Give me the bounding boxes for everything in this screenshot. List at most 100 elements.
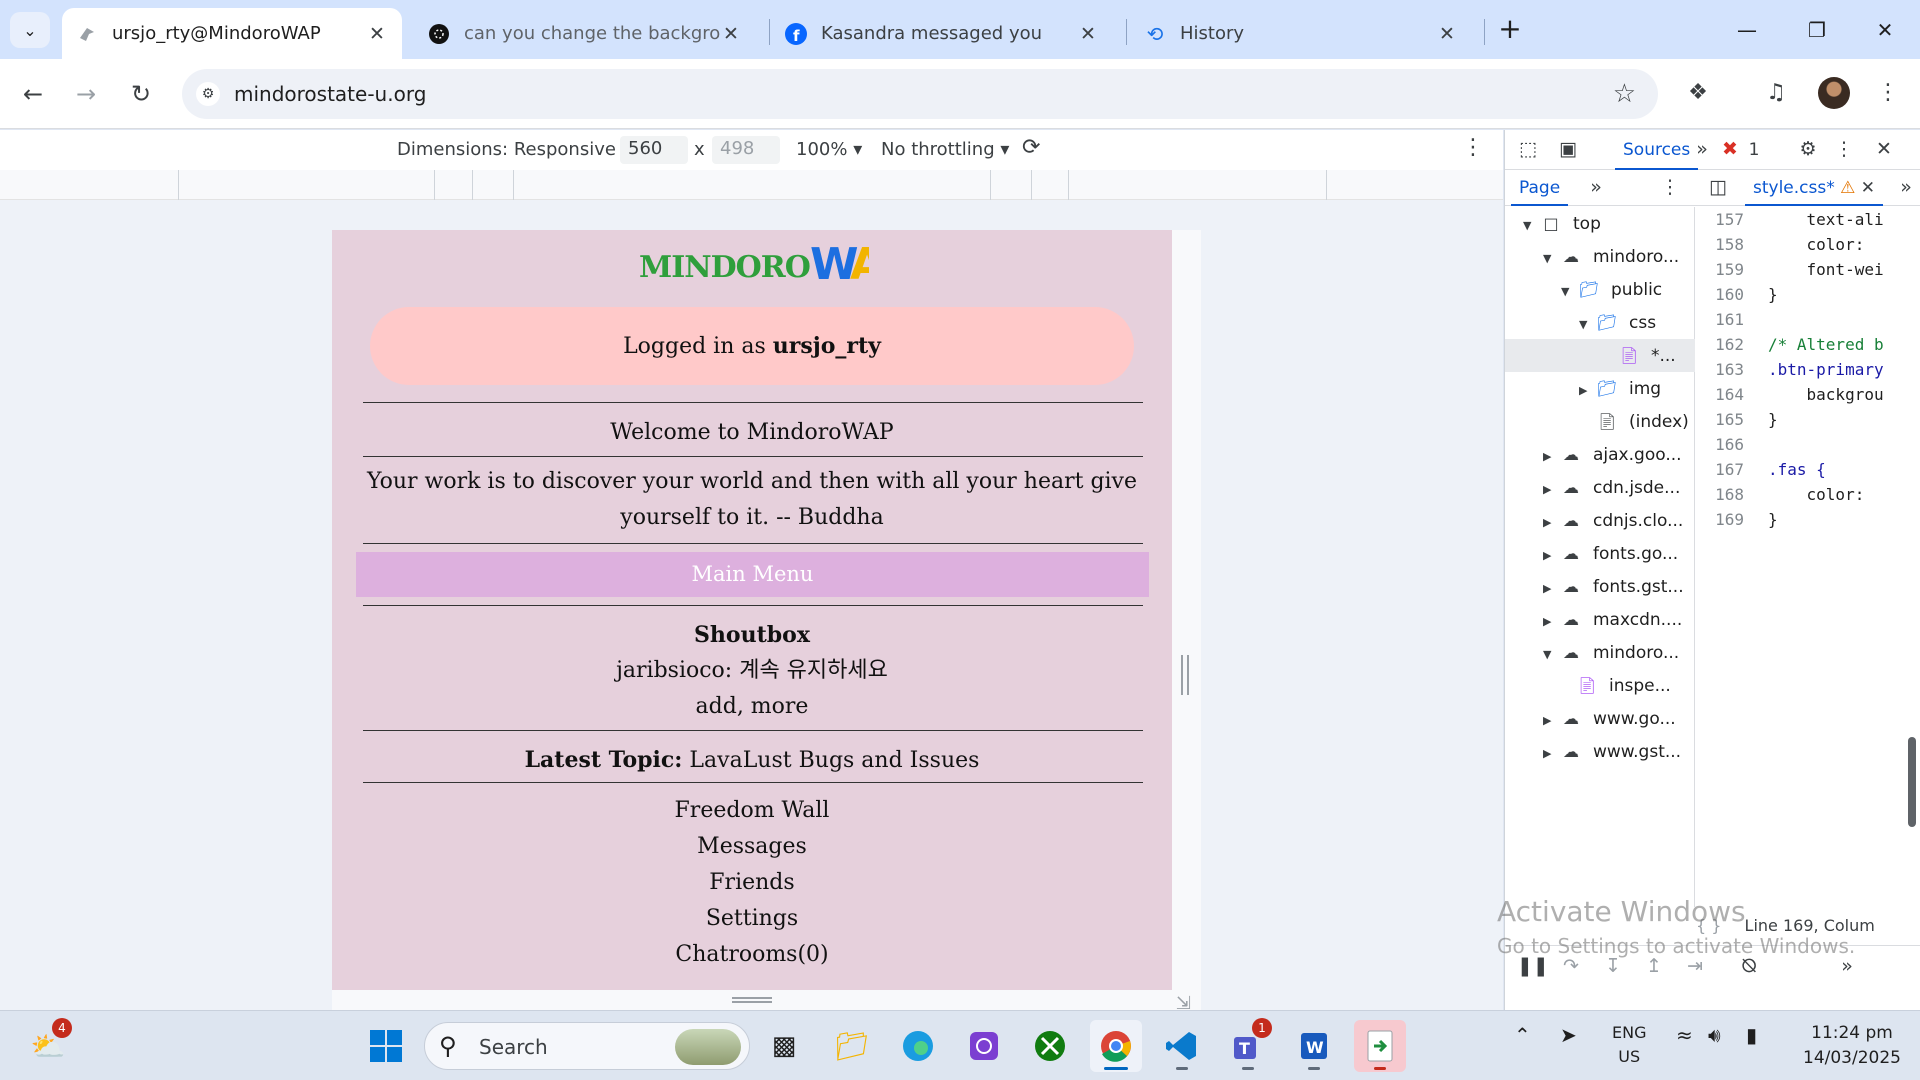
minimize-button[interactable]: — bbox=[1724, 12, 1770, 48]
tree-item[interactable]: ▶ ☁ ajax.goo... bbox=[1543, 438, 1682, 471]
devtools-menu-icon[interactable]: ⋮ bbox=[1831, 138, 1857, 162]
taskbar-search[interactable]: ⚲ Search bbox=[424, 1022, 750, 1070]
tree-item-selected[interactable]: 📄︎ *... bbox=[1505, 339, 1695, 372]
menu-kebab-icon[interactable]: ⋮ bbox=[1870, 75, 1906, 111]
tree-item[interactable]: ▶ ☁ cdn.jsde... bbox=[1543, 471, 1680, 504]
zoom-dropdown[interactable]: 100% ▾ bbox=[796, 139, 862, 160]
site-info-icon[interactable]: ⚙ bbox=[196, 82, 220, 106]
weather-widget[interactable]: ⛅ 4 bbox=[22, 1018, 74, 1072]
tree-item[interactable]: ▼ 📁︎ css bbox=[1579, 306, 1656, 339]
edge-button[interactable] bbox=[892, 1020, 944, 1072]
more-tabs-icon[interactable]: » bbox=[1689, 138, 1715, 162]
show-hidden-icons-chevron[interactable]: ⌃ bbox=[1514, 1023, 1531, 1047]
start-button[interactable] bbox=[360, 1020, 412, 1072]
shout-more-link[interactable]: add, more bbox=[357, 689, 1147, 725]
extensions-icon[interactable]: ❖ bbox=[1680, 75, 1716, 111]
tree-item[interactable]: ▶ ☁ cdnjs.clo... bbox=[1543, 504, 1683, 537]
clock[interactable]: 11:24 pm 14/03/2025 bbox=[1796, 1021, 1908, 1071]
mindorowap-logo[interactable]: MINDORO W A P bbox=[639, 235, 869, 285]
close-window-button[interactable]: ✕ bbox=[1862, 12, 1908, 48]
close-devtools-icon[interactable]: ✕ bbox=[1871, 138, 1897, 162]
reload-button[interactable]: ↻ bbox=[123, 76, 159, 112]
menu-link-messages[interactable]: Messages bbox=[357, 829, 1147, 865]
code-scrollbar[interactable] bbox=[1905, 207, 1919, 827]
more-files-icon[interactable]: » bbox=[1893, 176, 1919, 200]
restore-button[interactable]: ❐ bbox=[1794, 12, 1840, 48]
tab-facebook[interactable]: f Kasandra messaged you ✕ bbox=[771, 8, 1113, 59]
viewport-resize-handle[interactable] bbox=[1181, 655, 1189, 695]
tab-search-button[interactable]: ⌄ bbox=[10, 12, 50, 48]
tree-label: fonts.go... bbox=[1593, 544, 1679, 564]
word-button[interactable]: W bbox=[1288, 1020, 1340, 1072]
more-options-icon[interactable]: ⋮ bbox=[1462, 135, 1484, 160]
tree-item[interactable]: ▶ ☁ maxcdn.... bbox=[1543, 603, 1682, 636]
close-tab-icon[interactable]: ✕ bbox=[1077, 23, 1099, 45]
menu-link-freedom-wall[interactable]: Freedom Wall bbox=[357, 793, 1147, 829]
teams-button[interactable]: T1 bbox=[1222, 1018, 1274, 1072]
dimensions-dropdown[interactable]: Dimensions: Responsive ▾ bbox=[397, 139, 631, 160]
device-toggle-icon[interactable]: ▣ bbox=[1555, 138, 1581, 162]
toggle-sidebar-icon[interactable]: ◫ bbox=[1705, 176, 1731, 200]
chrome-button[interactable] bbox=[1090, 1020, 1142, 1072]
tab-sources[interactable]: Sources bbox=[1615, 130, 1699, 170]
file-explorer-button[interactable]: 📁︎ bbox=[826, 1020, 878, 1072]
tree-item[interactable]: ▶ ☁ fonts.gst... bbox=[1543, 570, 1684, 603]
viewport-bottom-handle[interactable] bbox=[332, 990, 1172, 1010]
wifi-icon[interactable]: ≈ bbox=[1676, 1023, 1693, 1047]
battery-icon[interactable]: ▮ bbox=[1746, 1023, 1757, 1047]
menu-link-friends[interactable]: Friends bbox=[357, 865, 1147, 901]
menu-link-chatrooms[interactable]: Chatrooms(0) bbox=[357, 937, 1147, 973]
close-file-icon[interactable]: ✕ bbox=[1861, 178, 1875, 198]
height-input[interactable]: 498 bbox=[712, 136, 780, 164]
photos-button[interactable] bbox=[958, 1020, 1010, 1072]
code-editor[interactable]: 157 text-ali 158 color: 159 font-wei 160… bbox=[1696, 207, 1920, 847]
language-indicator[interactable]: ENG US bbox=[1612, 1021, 1646, 1069]
xbox-button[interactable] bbox=[1024, 1020, 1076, 1072]
tree-item[interactable]: ▶ ☁ www.go... bbox=[1543, 702, 1676, 735]
more-navigator-tabs-icon[interactable]: » bbox=[1583, 176, 1609, 200]
vscode-button[interactable] bbox=[1156, 1020, 1208, 1072]
tab-page[interactable]: Page bbox=[1511, 170, 1569, 206]
tree-item[interactable]: ▼ 📁︎ public bbox=[1561, 273, 1662, 306]
address-bar[interactable]: ⚙ mindorostate-u.org ☆ bbox=[182, 69, 1658, 119]
close-tab-icon[interactable]: ✕ bbox=[366, 23, 388, 45]
tab-history[interactable]: ⟲ History ✕ bbox=[1130, 8, 1472, 59]
profile-avatar[interactable] bbox=[1818, 77, 1850, 109]
navigator-menu-icon[interactable]: ⋮ bbox=[1657, 176, 1683, 200]
inspect-element-icon[interactable]: ⬚ bbox=[1515, 138, 1541, 162]
bookmark-star-icon[interactable]: ☆ bbox=[1613, 79, 1636, 109]
file-tab-style-css[interactable]: style.css* ⚠ ✕ bbox=[1745, 170, 1884, 206]
collapsed-arrow-icon: ▶ bbox=[1543, 516, 1552, 529]
throttling-dropdown[interactable]: No throttling ▾ bbox=[881, 139, 1009, 160]
error-icon[interactable]: ✖ bbox=[1717, 138, 1743, 162]
width-input[interactable]: 560 bbox=[620, 136, 688, 164]
tree-item[interactable]: ▼ ☁ mindoro... bbox=[1543, 240, 1679, 273]
new-tab-button[interactable]: + bbox=[1494, 14, 1526, 46]
tree-item[interactable]: ▼ □ top bbox=[1523, 207, 1601, 240]
rotate-icon[interactable]: ⟳ bbox=[1022, 135, 1040, 160]
username[interactable]: ursjo_rty bbox=[773, 333, 881, 359]
forward-button[interactable]: → bbox=[68, 76, 104, 112]
main-menu-button[interactable]: Main Menu bbox=[356, 552, 1149, 597]
tree-item[interactable]: ▶ ☁ fonts.go... bbox=[1543, 537, 1678, 570]
url-text[interactable]: mindorostate-u.org bbox=[234, 82, 426, 106]
tree-item[interactable]: 📄︎ inspe... bbox=[1559, 669, 1671, 702]
menu-link-settings[interactable]: Settings bbox=[357, 901, 1147, 937]
volume-icon[interactable]: 🔊︎ bbox=[1708, 1023, 1721, 1047]
close-tab-icon[interactable]: ✕ bbox=[720, 23, 742, 45]
location-icon[interactable]: ➤ bbox=[1560, 1023, 1577, 1047]
close-tab-icon[interactable]: ✕ bbox=[1436, 23, 1458, 45]
tree-item[interactable]: ▶ ☁ www.gst... bbox=[1543, 735, 1681, 768]
back-button[interactable]: ← bbox=[15, 76, 51, 112]
tab-chatgpt[interactable]: can you change the background ✕ bbox=[414, 8, 756, 59]
media-controls-icon[interactable]: ♫ bbox=[1758, 75, 1794, 111]
tree-item[interactable]: ▼ ☁ mindoro... bbox=[1543, 636, 1679, 669]
tree-item[interactable]: ▶ 📁︎ img bbox=[1579, 372, 1661, 405]
task-view-button[interactable]: ▩ bbox=[758, 1020, 810, 1072]
tab-mindorowap[interactable]: ursjo_rty@MindoroWAP ✕ bbox=[62, 8, 402, 59]
installer-button[interactable] bbox=[1354, 1020, 1406, 1072]
settings-gear-icon[interactable]: ⚙ bbox=[1795, 138, 1821, 162]
latest-topic-link[interactable]: LavaLust Bugs and Issues bbox=[682, 748, 979, 773]
tree-item[interactable]: 📄︎ (index) bbox=[1579, 405, 1689, 438]
error-count[interactable]: 1 bbox=[1741, 140, 1767, 164]
